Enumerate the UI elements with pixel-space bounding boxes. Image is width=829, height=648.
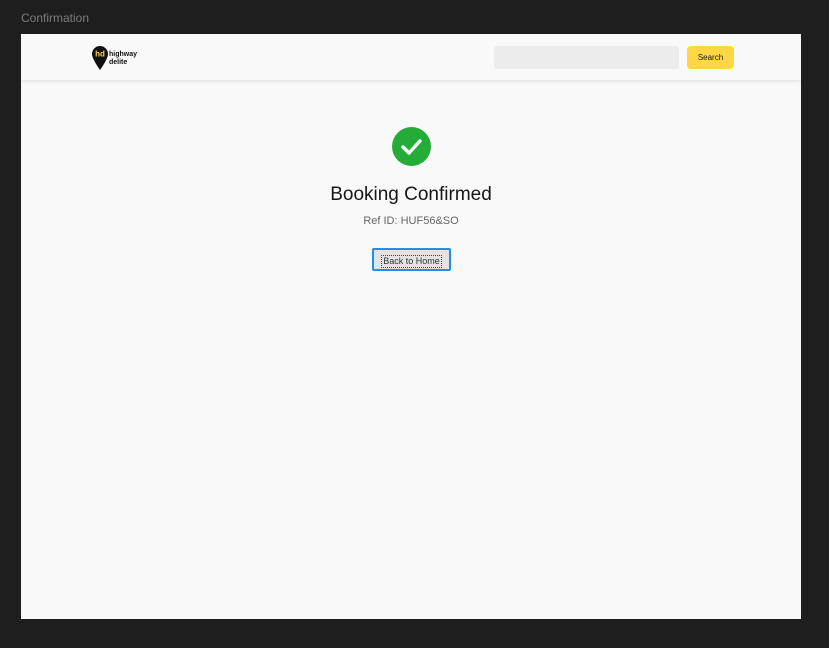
navbar: hd highway delite Search [21, 34, 801, 80]
logo-text: highway delite [109, 51, 137, 66]
logo[interactable]: hd highway delite [92, 46, 152, 72]
check-circle-icon [392, 127, 431, 166]
logo-mark: hd [95, 50, 105, 59]
back-to-home-button[interactable]: Back to Home [372, 248, 451, 271]
logo-text-line2: delite [109, 58, 128, 66]
back-to-home-label: Back to Home [381, 254, 442, 268]
map-pin-logo-icon: hd [92, 46, 108, 70]
app-frame: hd highway delite Search Booking Confirm… [21, 34, 801, 619]
search-input[interactable] [494, 46, 679, 69]
booking-ref-id: Ref ID: HUF56&SO [363, 215, 459, 227]
window-title: Confirmation [21, 11, 90, 25]
confirmation-heading: Booking Confirmed [330, 184, 492, 205]
logo-text-line1: highway [109, 51, 138, 58]
search-button[interactable]: Search [687, 46, 734, 69]
